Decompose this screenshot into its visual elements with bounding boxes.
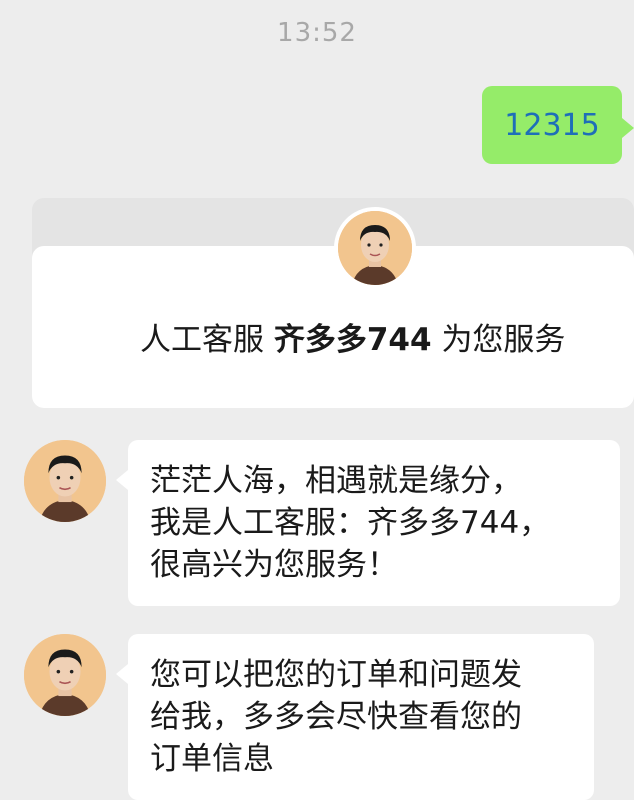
service-card-avatar[interactable] xyxy=(334,207,416,289)
agent-avatar-icon xyxy=(24,440,106,522)
chat-timestamp: 13:52 xyxy=(277,18,357,48)
sent-message-text: 12315 xyxy=(504,107,600,143)
received-message-bubble[interactable]: 茫茫人海，相遇就是缘分， 我是人工客服：齐多多744， 很高兴为您服务！ xyxy=(116,440,620,606)
agent-avatar-icon xyxy=(338,211,412,285)
service-card-prefix: 人工客服 xyxy=(140,322,264,358)
service-agent-name: 齐多多744 xyxy=(273,322,432,358)
message-line: 很高兴为您服务！ xyxy=(150,547,398,583)
agent-avatar[interactable] xyxy=(24,634,106,716)
message-line: 茫茫人海，相遇就是缘分， xyxy=(150,463,522,499)
agent-avatar[interactable] xyxy=(24,440,106,522)
message-line: 订单信息 xyxy=(150,741,274,777)
received-message-bubble[interactable]: 您可以把您的订单和问题发 给我，多多会尽快查看您的 订单信息 xyxy=(116,634,594,800)
message-line: 您可以把您的订单和问题发 xyxy=(150,657,522,693)
message-line: 给我，多多会尽快查看您的 xyxy=(150,699,522,735)
message-line: 我是人工客服：齐多多744， xyxy=(150,505,551,541)
service-card-title: 人工客服 齐多多744 为您服务 xyxy=(140,314,565,359)
sent-message-bubble[interactable]: 12315 xyxy=(482,86,634,164)
service-card-suffix: 为您服务 xyxy=(441,322,566,358)
agent-avatar-icon xyxy=(24,634,106,716)
